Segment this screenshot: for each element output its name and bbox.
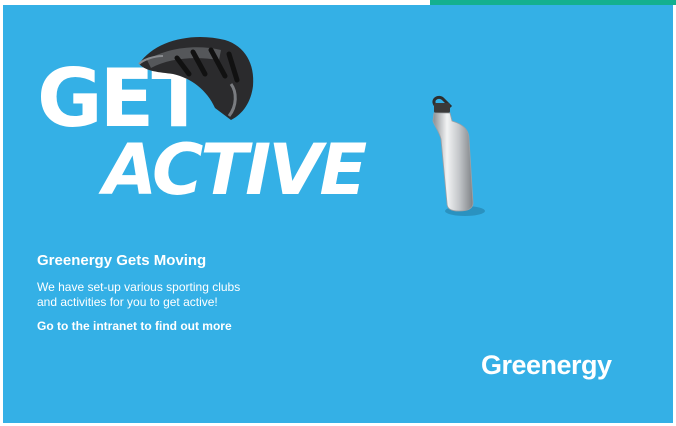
body-line-1: We have set-up various sporting clubs: [37, 280, 241, 294]
body-text: We have set-up various sporting clubs an…: [37, 280, 297, 310]
water-bottle-icon: [432, 95, 485, 216]
email-image-frame: GET ACTIVE Greenergy Gets Moving We have…: [0, 0, 676, 426]
subtitle: Greenergy Gets Moving: [37, 252, 207, 269]
body-line-2: and activities for you to get active!: [37, 295, 218, 309]
intranet-cta-text: Go to the intranet to find out more: [37, 319, 232, 333]
headline-active: ACTIVE: [103, 129, 367, 211]
greenergy-logo: Greenergy: [481, 350, 612, 380]
get-active-poster: GET ACTIVE Greenergy Gets Moving We have…: [3, 5, 673, 423]
bike-helmet-icon: [138, 37, 254, 120]
